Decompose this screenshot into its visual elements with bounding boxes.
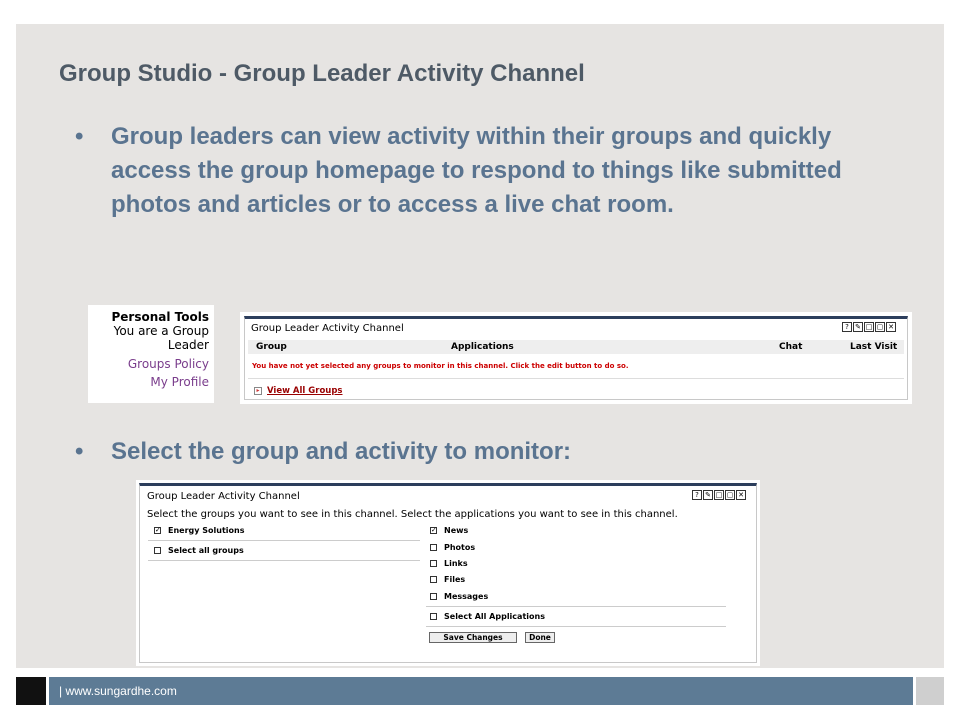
app-checkbox-files[interactable]: Files [430, 575, 465, 584]
app-label: Select All Applications [444, 612, 545, 621]
group-label: Select all groups [168, 546, 244, 555]
app-label: Files [444, 575, 466, 584]
checkbox-empty-icon [430, 593, 437, 600]
column-header-group: Group [256, 342, 287, 352]
save-changes-button[interactable]: Save Changes [429, 632, 517, 643]
maximize-icon[interactable]: ▢ [875, 322, 885, 332]
portlet-controls: ? ✎ □ ▢ ✕ [842, 322, 896, 332]
app-label: Photos [444, 543, 476, 552]
group-checkbox-energy-solutions[interactable]: ✓ Energy Solutions [154, 526, 244, 535]
bullet-point-1: • Group leaders can view activity within… [75, 120, 901, 222]
app-checkbox-photos[interactable]: Photos [430, 543, 475, 552]
portlet-controls: ? ✎ □ ▢ ✕ [692, 490, 746, 500]
portlet-title: Group Leader Activity Channel [251, 323, 404, 334]
column-header-last-visit: Last Visit [850, 342, 898, 352]
bullet-point-2: • Select the group and activity to monit… [75, 435, 811, 469]
close-icon[interactable]: ✕ [736, 490, 746, 500]
maximize-icon[interactable]: ▢ [725, 490, 735, 500]
my-profile-link[interactable]: My Profile [88, 375, 209, 389]
app-checkbox-messages[interactable]: Messages [430, 592, 488, 601]
activity-channel-view-portlet: Group Leader Activity Channel ? ✎ □ ▢ ✕ … [240, 312, 912, 404]
bullet-marker: • [75, 123, 84, 150]
done-button[interactable]: Done [525, 632, 555, 643]
view-all-groups-link[interactable]: ▸ View All Groups [254, 386, 343, 396]
footer-black-block [16, 677, 46, 705]
minimize-icon[interactable]: □ [864, 322, 874, 332]
bullet-marker: • [75, 438, 84, 465]
table-header: Group Applications Chat Last Visit [248, 340, 904, 354]
footer-grey-block [916, 677, 944, 705]
app-label: Messages [444, 592, 489, 601]
app-label: News [444, 526, 469, 535]
column-header-applications: Applications [451, 342, 514, 352]
bullet-text-1: Group leaders can view activity within t… [111, 123, 842, 218]
personal-tools-title: Personal Tools [111, 310, 209, 324]
divider [148, 560, 420, 561]
checkbox-checked-icon: ✓ [430, 526, 437, 534]
checkbox-empty-icon [154, 547, 161, 554]
no-groups-message: You have not yet selected any groups to … [252, 362, 629, 370]
divider [426, 626, 726, 627]
select-all-groups-checkbox[interactable]: Select all groups [154, 546, 244, 555]
app-label: Links [444, 559, 468, 568]
group-leader-status: You are a Group Leader [113, 324, 209, 352]
column-header-chat: Chat [779, 342, 803, 352]
help-icon[interactable]: ? [692, 490, 702, 500]
personal-tools-panel: Personal Tools You are a Group Leader Gr… [88, 305, 214, 403]
divider [426, 606, 726, 607]
divider [248, 378, 904, 379]
arrow-right-icon: ▸ [254, 386, 262, 395]
activity-channel-edit-portlet: Group Leader Activity Channel ? ✎ □ ▢ ✕ … [136, 480, 760, 666]
checkbox-empty-icon [430, 613, 437, 620]
app-checkbox-news[interactable]: ✓ News [430, 526, 468, 535]
app-checkbox-links[interactable]: Links [430, 559, 468, 568]
select-all-applications-checkbox[interactable]: Select All Applications [430, 612, 545, 621]
instructions-text: Select the groups you want to see in thi… [147, 509, 678, 520]
checkbox-checked-icon: ✓ [154, 526, 161, 534]
footer-url: | www.sungardhe.com [49, 677, 913, 705]
edit-icon[interactable]: ✎ [703, 490, 713, 500]
footer: | www.sungardhe.com [16, 677, 944, 705]
groups-policy-link[interactable]: Groups Policy [88, 357, 209, 371]
divider [148, 540, 420, 541]
edit-icon[interactable]: ✎ [853, 322, 863, 332]
checkbox-empty-icon [430, 560, 437, 567]
bullet-text-2: Select the group and activity to monitor… [111, 438, 572, 465]
portlet-title: Group Leader Activity Channel [147, 491, 300, 502]
slide-title: Group Studio - Group Leader Activity Cha… [59, 60, 585, 87]
checkbox-empty-icon [430, 544, 437, 551]
help-icon[interactable]: ? [842, 322, 852, 332]
checkbox-empty-icon [430, 576, 437, 583]
view-all-groups-label: View All Groups [267, 386, 343, 396]
minimize-icon[interactable]: □ [714, 490, 724, 500]
close-icon[interactable]: ✕ [886, 322, 896, 332]
group-label: Energy Solutions [168, 526, 245, 535]
